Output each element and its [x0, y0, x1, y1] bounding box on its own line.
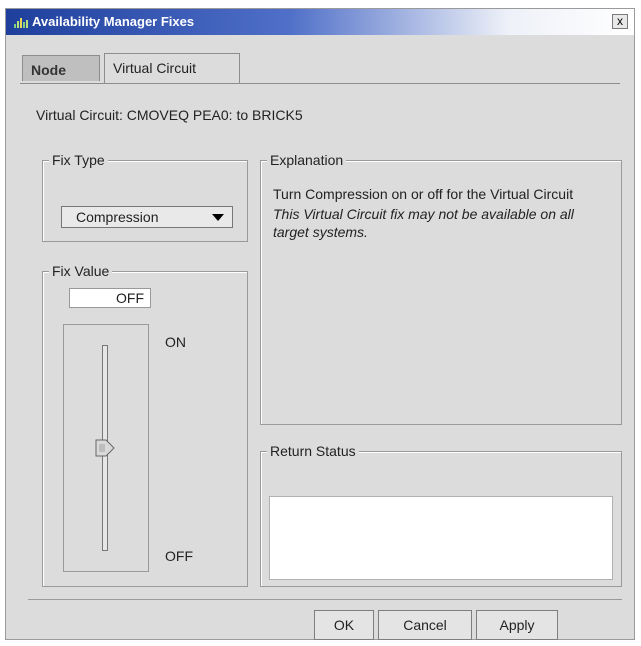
tab-node[interactable]: Node	[22, 55, 100, 81]
title-bar[interactable]: Availability Manager Fixes x	[6, 9, 634, 35]
fix-type-group: Fix Type Compression	[42, 152, 248, 242]
button-divider	[28, 599, 622, 600]
cancel-button[interactable]: Cancel	[378, 610, 472, 640]
fix-value-slider-area	[63, 324, 149, 572]
virtual-circuit-title: Virtual Circuit: CMOVEQ PEA0: to BRICK5	[36, 107, 303, 123]
close-button[interactable]: x	[612, 14, 628, 29]
fix-value-label: Fix Value	[49, 263, 113, 279]
chevron-down-icon[interactable]	[212, 214, 224, 221]
slider-thumb[interactable]	[94, 439, 116, 457]
fix-type-dropdown[interactable]: Compression	[61, 206, 233, 228]
fixes-dialog: Availability Manager Fixes x Node Virtua…	[5, 8, 635, 640]
explanation-group: Explanation Turn Compression on or off f…	[260, 152, 622, 425]
app-icon	[14, 18, 28, 28]
apply-button[interactable]: Apply	[476, 610, 558, 640]
ok-button[interactable]: OK	[314, 610, 374, 640]
slider-on-label: ON	[165, 334, 186, 350]
fix-value-group: Fix Value OFF ON OFF	[42, 263, 248, 587]
explanation-text-block: Turn Compression on or off for the Virtu…	[273, 185, 603, 241]
tab-virtual-circuit[interactable]: Virtual Circuit	[104, 53, 240, 83]
return-status-group: Return Status	[260, 443, 622, 587]
explanation-text: Turn Compression on or off for the Virtu…	[273, 186, 574, 202]
window-title: Availability Manager Fixes	[32, 14, 195, 29]
return-status-label: Return Status	[267, 443, 359, 459]
tab-divider	[20, 83, 620, 84]
explanation-label: Explanation	[267, 152, 347, 168]
fix-value-field[interactable]: OFF	[69, 288, 151, 308]
fix-type-label: Fix Type	[49, 152, 108, 168]
return-status-box	[269, 496, 613, 580]
slider-off-label: OFF	[165, 548, 193, 564]
fix-type-selected: Compression	[76, 209, 159, 225]
explanation-note: This Virtual Circuit fix may not be avai…	[273, 206, 574, 240]
